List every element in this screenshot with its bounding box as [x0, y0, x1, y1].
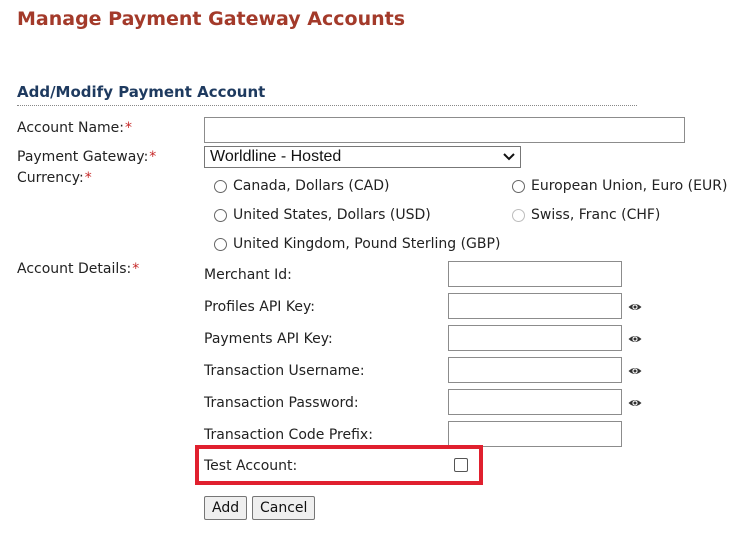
transaction-code-prefix-input[interactable]: [448, 421, 622, 447]
currency-option-chf[interactable]: Swiss, Franc (CHF): [512, 207, 660, 223]
test-account-label: Test Account:: [204, 458, 298, 474]
currency-option-usd[interactable]: United States, Dollars (USD): [214, 207, 431, 223]
currency-option-gbp[interactable]: United Kingdom, Pound Sterling (GBP): [214, 236, 500, 252]
payment-gateway-label: Payment Gateway:*: [17, 149, 157, 165]
profiles-api-key-label: Profiles API Key:: [204, 299, 315, 315]
required-marker: *: [125, 120, 132, 136]
payment-gateway-selected-value: Worldline - Hosted: [210, 148, 342, 165]
payments-api-key-input[interactable]: [448, 325, 622, 351]
cancel-button[interactable]: Cancel: [252, 496, 315, 520]
test-account-checkbox[interactable]: [454, 458, 468, 472]
account-name-label: Account Name:*: [17, 120, 132, 136]
merchant-id-input[interactable]: [448, 261, 622, 287]
transaction-password-label: Transaction Password:: [204, 395, 359, 411]
payments-api-key-label: Payments API Key:: [204, 331, 333, 347]
section-title: Add/Modify Payment Account: [17, 83, 266, 101]
required-marker: *: [132, 261, 140, 277]
profiles-api-key-input[interactable]: [448, 293, 622, 319]
currency-option-eur[interactable]: European Union, Euro (EUR): [512, 178, 727, 194]
add-button[interactable]: Add: [204, 496, 247, 520]
currency-radio-eur[interactable]: [512, 179, 525, 193]
merchant-id-label: Merchant Id:: [204, 267, 292, 283]
account-details-label: Account Details:*: [17, 261, 140, 277]
section-divider: [17, 105, 637, 106]
currency-label: Currency:*: [17, 170, 92, 186]
transaction-username-label: Transaction Username:: [204, 363, 365, 379]
currency-radio-gbp[interactable]: [214, 237, 227, 251]
eye-icon[interactable]: [628, 334, 642, 344]
eye-icon[interactable]: [628, 366, 642, 376]
required-marker: *: [149, 149, 157, 165]
currency-radio-usd[interactable]: [214, 208, 227, 222]
currency-radio-cad[interactable]: [214, 179, 227, 193]
page-title: Manage Payment Gateway Accounts: [17, 8, 406, 30]
currency-option-cad[interactable]: Canada, Dollars (CAD): [214, 178, 389, 194]
required-marker: *: [84, 170, 92, 186]
transaction-username-input[interactable]: [448, 357, 622, 383]
eye-icon[interactable]: [628, 398, 642, 408]
transaction-password-input[interactable]: [448, 389, 622, 415]
payment-gateway-select[interactable]: Worldline - Hosted: [204, 146, 521, 168]
eye-icon[interactable]: [628, 302, 642, 312]
currency-radio-chf[interactable]: [512, 208, 525, 222]
account-name-input[interactable]: [204, 117, 685, 143]
chevron-down-icon: [503, 153, 515, 161]
transaction-code-prefix-label: Transaction Code Prefix:: [204, 427, 373, 443]
